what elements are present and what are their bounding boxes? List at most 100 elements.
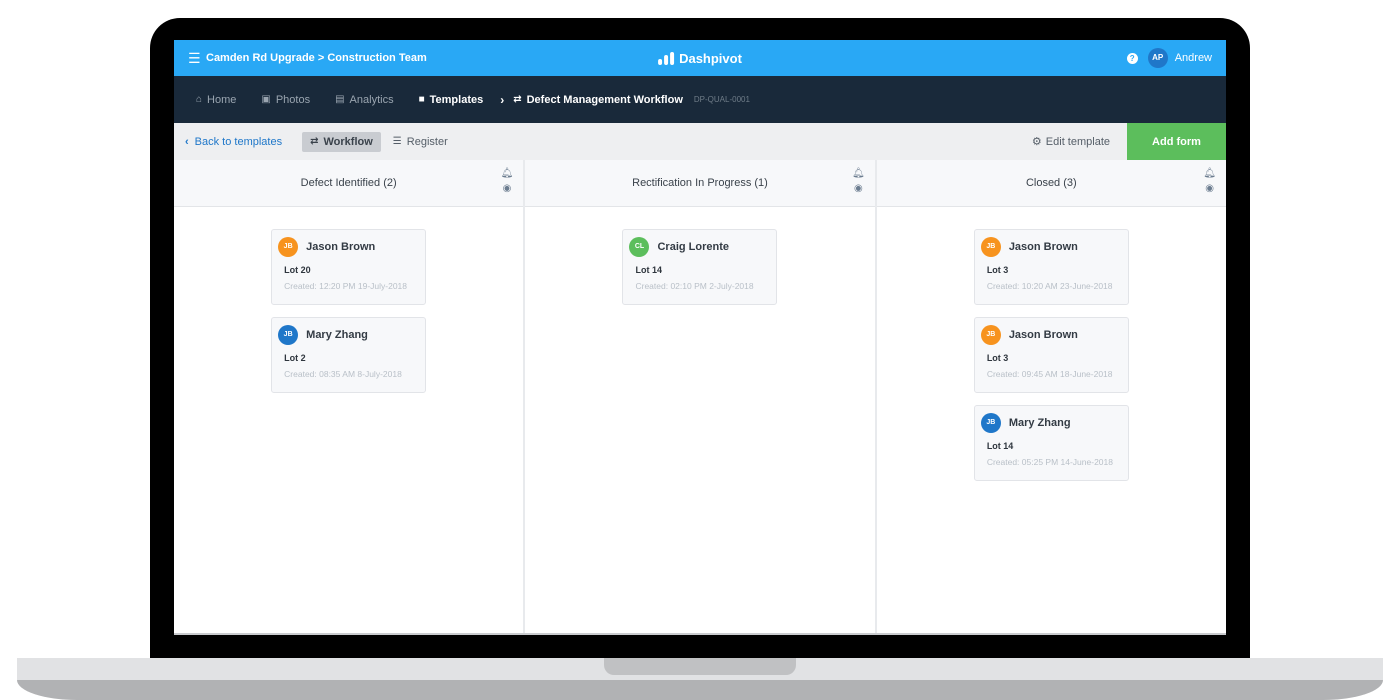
shuffle-icon: ⇄ — [310, 136, 319, 147]
hamburger-menu-icon[interactable]: ☰ — [188, 50, 206, 67]
workflow-view-button[interactable]: ⇄ Workflow — [302, 131, 381, 152]
card-author: Jason Brown — [306, 241, 376, 253]
card-header: JB Jason Brown — [278, 237, 419, 257]
workflow-label: Workflow — [323, 135, 373, 148]
list-icon: ☰ — [392, 136, 402, 147]
column-title: Closed (3) — [1025, 177, 1077, 189]
home-icon: ⌂ — [196, 94, 203, 105]
card-header: CL Craig Lorente — [629, 237, 770, 257]
brand-logo: Dashpivot — [658, 51, 742, 66]
form-card[interactable]: CL Craig Lorente Lot 14 Created: 02:10 P… — [622, 229, 778, 305]
document-icon: ■ — [418, 94, 425, 105]
back-to-templates-link[interactable]: ‹ Back to templates — [185, 136, 282, 148]
card-lot: Lot 14 — [986, 441, 1014, 451]
chevron-left-icon: ‹ — [185, 135, 189, 148]
form-card[interactable]: JB Jason Brown Lot 3 Created: 09:45 AM 1… — [973, 317, 1129, 393]
card-created: Created: 10:20 AM 23-June-2018 — [986, 281, 1113, 291]
column-rectification-in-progress: Rectification In Progress (1) 🔔︎ ◉ CL Cr… — [525, 160, 877, 635]
register-label: Register — [406, 135, 448, 148]
card-header: JB Mary Zhang — [278, 325, 419, 345]
column-title: Defect Identified (2) — [300, 177, 397, 189]
nav-templates[interactable]: ■ Templates — [419, 94, 484, 106]
screen-bottom-edge — [174, 633, 1226, 635]
form-card[interactable]: JB Jason Brown Lot 3 Created: 10:20 AM 2… — [973, 229, 1129, 305]
brand-name: Dashpivot — [679, 50, 742, 66]
card-list: CL Craig Lorente Lot 14 Created: 02:10 P… — [525, 207, 874, 305]
register-view-button[interactable]: ☰ Register — [385, 132, 456, 152]
eye-icon[interactable]: ◉ — [1205, 183, 1214, 194]
card-created: Created: 09:45 AM 18-June-2018 — [986, 369, 1113, 379]
chart-icon: ▤ — [335, 94, 345, 105]
card-header: JB Jason Brown — [980, 237, 1122, 257]
card-author: Mary Zhang — [1008, 417, 1071, 429]
laptop-notch — [604, 658, 796, 675]
card-lot: Lot 20 — [284, 265, 311, 275]
card-created: Created: 02:10 PM 2-July-2018 — [635, 281, 754, 291]
column-closed: Closed (3) 🔔︎ ◉ JB Jason Brown Lot 3 Cre… — [876, 160, 1226, 635]
avatar: JB — [278, 325, 299, 345]
card-list: JB Jason Brown Lot 20 Created: 12:20 PM … — [174, 207, 523, 393]
user-name[interactable]: Andrew — [1175, 52, 1212, 64]
avatar: JB — [278, 237, 299, 257]
card-author: Craig Lorente — [657, 241, 729, 253]
toolbar: ‹ Back to templates ⇄ Workflow ☰ Registe… — [174, 123, 1226, 160]
app-screen: ☰ Camden Rd Upgrade > Construction Team … — [174, 40, 1226, 635]
card-header: JB Jason Brown — [980, 325, 1122, 345]
column-header: Rectification In Progress (1) 🔔︎ ◉ — [525, 160, 875, 207]
main-nav: ⌂ Home ▣ Photos ▤ Analytics ■ Templates … — [174, 76, 1226, 123]
column-defect-identified: Defect Identified (2) 🔔︎ ◉ JB Jason Brow… — [174, 160, 526, 635]
card-created: Created: 12:20 PM 19-July-2018 — [284, 281, 408, 291]
column-title: Rectification In Progress (1) — [632, 177, 768, 189]
form-card[interactable]: JB Mary Zhang Lot 14 Created: 05:25 PM 1… — [973, 405, 1129, 481]
nav-label: Home — [207, 93, 237, 106]
avatar: JB — [980, 237, 1001, 257]
help-icon[interactable]: ? — [1126, 52, 1138, 64]
form-card[interactable]: JB Mary Zhang Lot 2 Created: 08:35 AM 8-… — [271, 317, 427, 393]
top-bar: ☰ Camden Rd Upgrade > Construction Team … — [174, 40, 1226, 76]
back-label: Back to templates — [194, 135, 283, 148]
eye-icon[interactable]: ◉ — [854, 183, 863, 194]
laptop-base-bottom — [17, 680, 1383, 700]
template-code: DP-QUAL-0001 — [693, 95, 750, 104]
avatar: JB — [980, 413, 1001, 433]
shuffle-icon: ⇄ — [513, 94, 522, 105]
column-header: Closed (3) 🔔︎ ◉ — [876, 160, 1226, 207]
bell-icon[interactable]: 🔔︎ — [1203, 168, 1216, 179]
nav-home[interactable]: ⌂ Home — [196, 94, 236, 106]
card-lot: Lot 3 — [986, 353, 1009, 363]
nav-label: Photos — [275, 93, 311, 106]
form-card[interactable]: JB Jason Brown Lot 20 Created: 12:20 PM … — [271, 229, 427, 305]
nav-analytics[interactable]: ▤ Analytics — [335, 94, 393, 106]
add-form-button[interactable]: Add form — [1127, 123, 1226, 160]
card-author: Mary Zhang — [306, 329, 368, 341]
card-created: Created: 05:25 PM 14-June-2018 — [986, 457, 1113, 467]
camera-icon: ▣ — [261, 94, 271, 105]
card-created: Created: 08:35 AM 8-July-2018 — [284, 369, 402, 379]
card-lot: Lot 2 — [284, 353, 306, 363]
card-lot: Lot 14 — [635, 265, 662, 275]
avatar: CL — [629, 237, 650, 257]
breadcrumb-current: ⇄ Defect Management Workflow — [513, 94, 683, 106]
nav-photos[interactable]: ▣ Photos — [261, 94, 310, 106]
nav-label: Analytics — [349, 93, 394, 106]
card-author: Jason Brown — [1008, 329, 1078, 341]
user-avatar[interactable]: AP — [1147, 48, 1168, 68]
project-path[interactable]: Camden Rd Upgrade > Construction Team — [206, 52, 427, 64]
card-author: Jason Brown — [1008, 241, 1078, 253]
gear-icon: ⚙ — [1031, 136, 1042, 148]
bell-icon[interactable]: 🔔︎ — [501, 168, 514, 179]
edit-template-button[interactable]: ⚙ Edit template — [1031, 135, 1110, 149]
workflow-board: Defect Identified (2) 🔔︎ ◉ JB Jason Brow… — [174, 160, 1226, 635]
dashpivot-logo-icon — [658, 51, 675, 65]
eye-icon[interactable]: ◉ — [503, 183, 512, 194]
edit-template-label: Edit template — [1045, 135, 1110, 148]
card-lot: Lot 3 — [986, 265, 1009, 275]
card-list: JB Jason Brown Lot 3 Created: 10:20 AM 2… — [877, 207, 1226, 481]
chevron-right-icon: › — [500, 92, 505, 107]
nav-label: Templates — [429, 93, 484, 106]
column-header: Defect Identified (2) 🔔︎ ◉ — [174, 160, 524, 207]
bell-icon[interactable]: 🔔︎ — [852, 168, 865, 179]
card-header: JB Mary Zhang — [980, 413, 1122, 433]
breadcrumb-current-label: Defect Management Workflow — [526, 93, 683, 106]
avatar: JB — [980, 325, 1001, 345]
